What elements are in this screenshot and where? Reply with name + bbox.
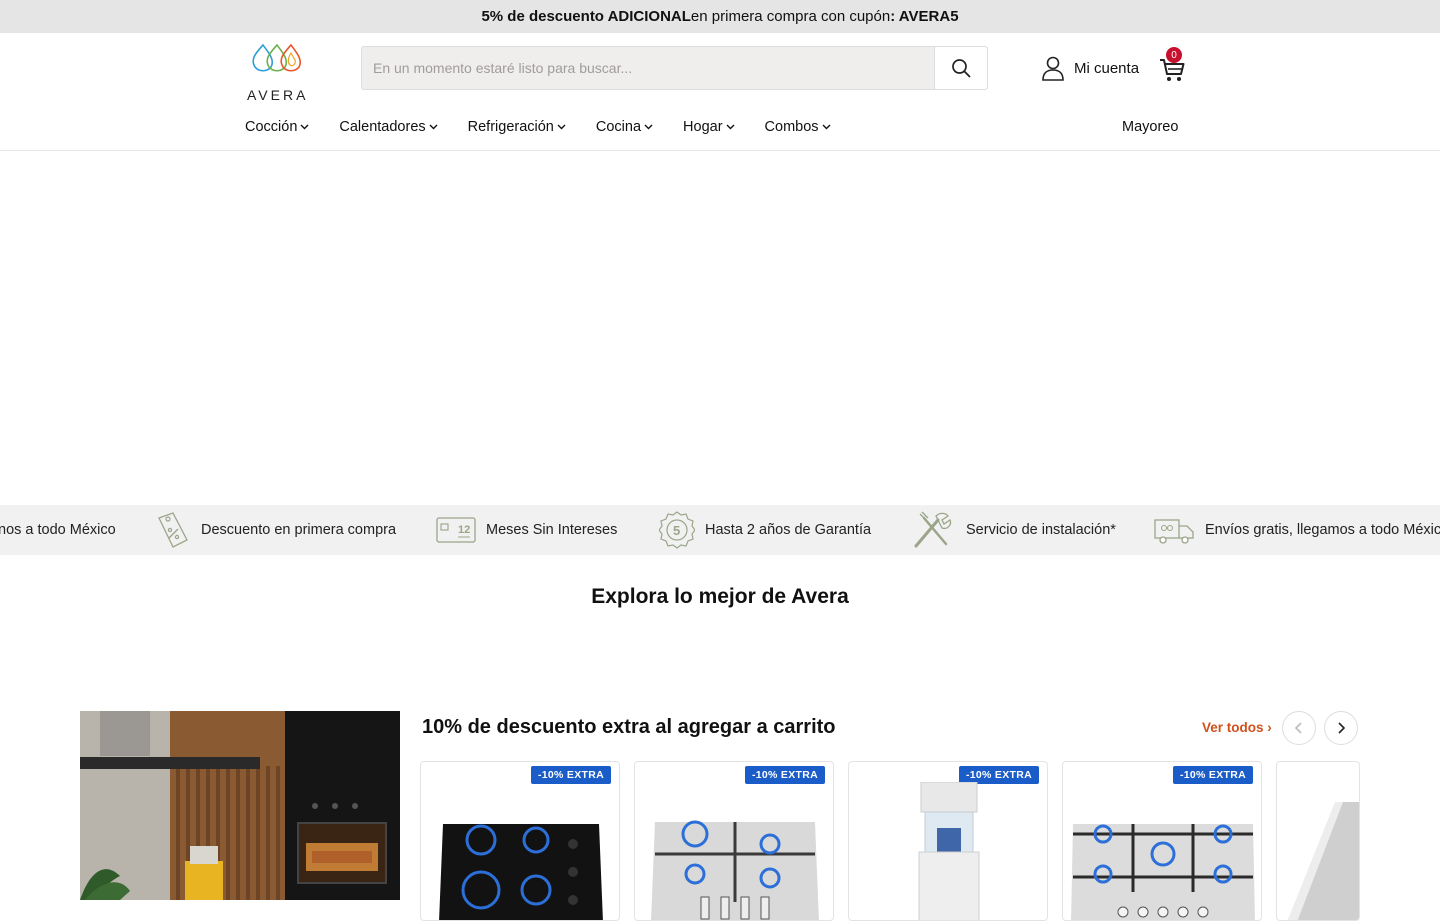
nav-label: Calentadores [339, 119, 426, 135]
benefit-label: Descuento en primera compra [201, 522, 397, 538]
nav-item-refrigeracion[interactable]: Refrigeración [468, 119, 566, 135]
chevron-down-icon [557, 124, 566, 130]
main-nav: Cocción Calentadores Refrigeración Cocin… [245, 119, 861, 135]
range-hood-image [1287, 802, 1359, 920]
search-bar [361, 46, 988, 90]
delivery-truck-icon [1153, 514, 1195, 546]
search-button[interactable] [934, 47, 987, 89]
chevron-left-icon [1294, 722, 1302, 734]
benefit-warranty: 5 Hasta 2 años de Garantía [659, 505, 871, 555]
product-row-title: 10% de descuento extra al agregar a carr… [422, 716, 836, 738]
nav-item-combos[interactable]: Combos [765, 119, 831, 135]
flame-drops-icon [252, 43, 302, 72]
card-12-msi-icon: 12 [436, 516, 476, 544]
carousel-next-button[interactable] [1324, 711, 1358, 745]
site-header: AVERA Mi cuenta 0 Cocción [0, 33, 1440, 151]
promo-coupon-code: : AVERA5 [890, 8, 959, 25]
nav-item-hogar[interactable]: Hogar [683, 119, 735, 135]
product-card[interactable]: -10% EXTRA [420, 761, 620, 921]
svg-text:12: 12 [458, 524, 470, 536]
discount-tag-icon [153, 510, 191, 550]
product-card[interactable]: -10% EXTRA [848, 761, 1048, 921]
section-title: Explora lo mejor de Avera [591, 585, 849, 608]
chevron-right-icon [1338, 722, 1346, 734]
chevron-down-icon [822, 124, 831, 130]
user-icon [1042, 56, 1064, 81]
benefit-label: Hasta 2 años de Garantía [705, 522, 872, 538]
nav-item-coccion[interactable]: Cocción [245, 119, 309, 135]
benefit-shipping-partial: nos a todo México [0, 505, 116, 555]
promo-kitchen-image[interactable] [80, 711, 400, 900]
nav-label: Cocción [245, 119, 298, 135]
chevron-down-icon [644, 124, 653, 130]
chevron-down-icon [429, 124, 438, 130]
nav-item-mayoreo[interactable]: Mayoreo [1122, 119, 1178, 135]
promo-discount-text: 5% de descuento ADICIONAL [481, 8, 691, 25]
tools-icon [910, 510, 956, 550]
water-filter-image [918, 782, 980, 920]
svg-text:5: 5 [673, 523, 680, 538]
benefit-label: nos a todo México [0, 522, 116, 538]
search-input[interactable] [362, 47, 934, 89]
account-link[interactable]: Mi cuenta [1041, 55, 1139, 81]
nav-item-cocina[interactable]: Cocina [596, 119, 653, 135]
nav-label: Hogar [683, 119, 723, 135]
carousel-prev-button[interactable] [1282, 711, 1316, 745]
hero-banner [0, 151, 1440, 505]
benefit-free-shipping: Envíos gratis, llegamos a todo México [1153, 505, 1440, 555]
benefits-strip: nos a todo México Descuento en primera c… [0, 505, 1440, 555]
benefit-first-purchase-discount: Descuento en primera compra [153, 505, 396, 555]
benefit-label: Envíos gratis, llegamos a todo México [1205, 522, 1440, 538]
search-icon [952, 59, 971, 78]
product-card[interactable]: -10% EXTRA [634, 761, 834, 921]
benefit-label: Servicio de instalación* [966, 522, 1116, 538]
product-card-partial[interactable] [1276, 761, 1360, 921]
warranty-seal-icon: 5 [659, 510, 695, 550]
steel-gas-cooktop-5-burner-image [1071, 824, 1255, 920]
nav-label: Refrigeración [467, 119, 554, 135]
product-card[interactable]: -10% EXTRA [1062, 761, 1262, 921]
promo-bar: 5% de descuento ADICIONAL en primera com… [0, 0, 1440, 33]
logo-wordmark: AVERA [247, 87, 309, 103]
ver-todos-link[interactable]: Ver todos › [1202, 720, 1272, 735]
steel-gas-cooktop-image [651, 820, 819, 920]
benefit-label: Meses Sin Intereses [486, 522, 618, 538]
benefit-msi: 12 Meses Sin Intereses [436, 505, 617, 555]
promo-middle-text: en primera compra con cupón [690, 8, 891, 25]
chevron-down-icon [300, 124, 309, 130]
nav-label: Combos [764, 119, 819, 135]
account-label: Mi cuenta [1074, 59, 1140, 77]
nav-label: Cocina [595, 119, 642, 135]
cart-count-badge: 0 [1166, 47, 1182, 63]
black-gas-cooktop-image [439, 824, 603, 920]
benefit-installation: Servicio de instalación* [910, 505, 1116, 555]
nav-item-calentadores[interactable]: Calentadores [339, 119, 438, 135]
chevron-down-icon [726, 124, 735, 130]
